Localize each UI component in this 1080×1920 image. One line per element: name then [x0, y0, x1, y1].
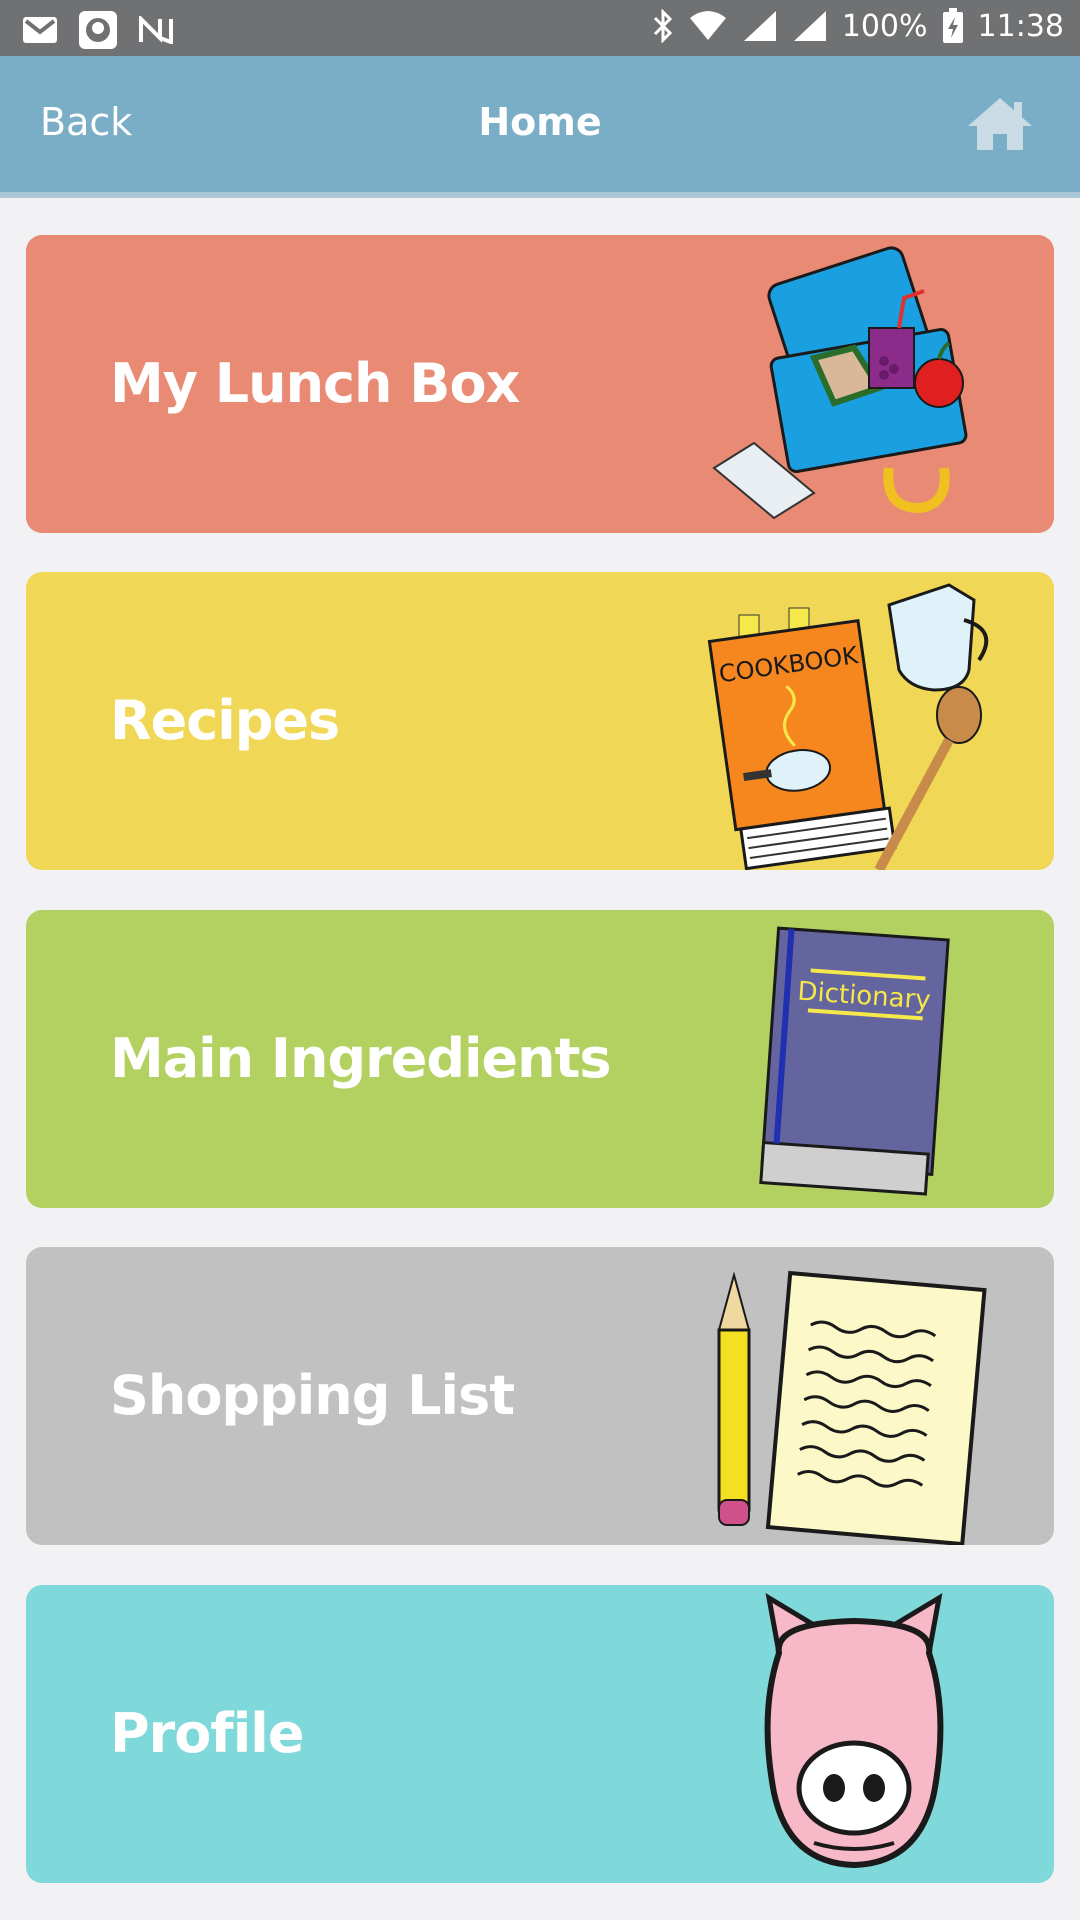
home-icon — [968, 98, 1032, 150]
app-header: Back Home — [0, 56, 1080, 198]
notepad-pencil-icon — [717, 1270, 987, 1545]
menu-card-shopping-list[interactable]: Shopping List — [26, 1247, 1054, 1545]
menu-card-my-lunch-box[interactable]: My Lunch Box — [26, 235, 1054, 533]
app-icon — [79, 11, 117, 49]
menu-card-label: Profile — [110, 1702, 304, 1765]
status-bar: 100% 11:38 — [0, 0, 1080, 56]
menu-card-label: Recipes — [110, 689, 340, 752]
clock: 11:38 — [977, 8, 1064, 44]
menu-card-label: Main Ingredients — [110, 1027, 612, 1090]
wifi-icon — [689, 11, 726, 40]
cookbook-icon: COOKBOOK — [707, 583, 989, 870]
home-button[interactable] — [964, 94, 1036, 154]
dictionary-icon: Dictionary — [759, 926, 950, 1196]
menu-card-label: Shopping List — [110, 1364, 515, 1427]
pig-icon — [764, 1593, 944, 1869]
battery-percent: 100% — [841, 8, 928, 44]
signal-r-icon — [743, 11, 776, 41]
menu-card-label: My Lunch Box — [110, 352, 520, 415]
n-icon — [139, 16, 173, 44]
page-title: Home — [478, 100, 602, 144]
signal-icon — [793, 11, 826, 41]
battery-charging-icon — [942, 8, 963, 43]
gmail-icon — [23, 17, 57, 43]
menu-card-main-ingredients[interactable]: Main Ingredients Dictionary — [26, 910, 1054, 1208]
bluetooth-icon — [653, 9, 672, 43]
menu-card-recipes[interactable]: Recipes COOKBOOK — [26, 572, 1054, 870]
menu-card-profile[interactable]: Profile — [26, 1585, 1054, 1883]
lunchbox-icon — [712, 246, 968, 520]
